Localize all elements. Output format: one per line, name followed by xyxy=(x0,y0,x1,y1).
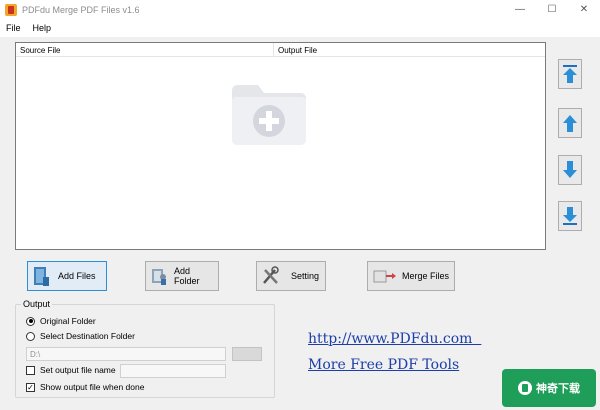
arrow-top-icon xyxy=(563,65,577,83)
original-folder-radio[interactable] xyxy=(26,316,35,326)
close-button[interactable]: ✕ xyxy=(568,0,600,19)
table-header: Source File Output File xyxy=(16,43,545,57)
menu-file[interactable]: File xyxy=(0,23,27,33)
merge-files-label: Merge Files xyxy=(402,271,450,281)
destination-path-input[interactable] xyxy=(26,347,226,361)
title-bar: PDFdu Merge PDF Files v1.6 — ☐ ✕ xyxy=(0,0,600,19)
set-output-name-row[interactable]: Set output file name xyxy=(26,365,116,375)
set-output-name-checkbox[interactable] xyxy=(26,365,35,375)
watermark-text: 神奇下载 xyxy=(536,383,580,395)
arrow-down-icon xyxy=(563,161,577,178)
output-group-title: Output xyxy=(21,299,53,309)
add-files-label: Add Files xyxy=(58,271,96,281)
more-tools-link[interactable]: More Free PDF Tools xyxy=(308,357,459,373)
add-folder-icon xyxy=(228,81,310,149)
destination-folder-label: Select Destination Folder xyxy=(40,331,135,341)
tools-icon xyxy=(261,265,281,287)
add-files-button[interactable]: Add Files xyxy=(27,261,107,291)
set-output-name-label: Set output file name xyxy=(40,365,116,375)
browse-button[interactable] xyxy=(232,347,262,361)
add-folder-button[interactable]: Add Folder xyxy=(145,261,219,291)
destination-folder-radio-row[interactable]: Select Destination Folder xyxy=(26,331,135,341)
destination-folder-radio[interactable] xyxy=(26,331,35,341)
show-output-label: Show output file when done xyxy=(40,382,145,392)
arrow-up-icon xyxy=(563,115,577,132)
watermark-logo-icon xyxy=(518,381,532,395)
setting-label: Setting xyxy=(291,271,320,281)
menu-bar: File Help xyxy=(0,19,600,37)
move-down-button[interactable] xyxy=(558,155,582,185)
move-up-button[interactable] xyxy=(558,108,582,138)
arrow-bottom-icon xyxy=(563,207,577,225)
output-group: Output Original Folder Select Destinatio… xyxy=(15,299,275,398)
minimize-button[interactable]: — xyxy=(504,0,536,19)
merge-files-button[interactable]: Merge Files xyxy=(367,261,455,291)
menu-help[interactable]: Help xyxy=(27,23,58,33)
add-folder-icon-small xyxy=(150,265,170,287)
show-output-checkbox[interactable]: ✓ xyxy=(26,382,35,392)
column-header-source-file[interactable]: Source File xyxy=(16,43,274,56)
move-to-top-button[interactable] xyxy=(558,59,582,89)
add-folder-label: Add Folder xyxy=(174,266,200,286)
window-title: PDFdu Merge PDF Files v1.6 xyxy=(22,4,140,15)
show-output-row[interactable]: ✓ Show output file when done xyxy=(26,382,144,392)
move-to-bottom-button[interactable] xyxy=(558,201,582,231)
app-logo-icon xyxy=(5,3,17,16)
file-list-table[interactable]: Source File Output File xyxy=(15,42,546,250)
original-folder-radio-row[interactable]: Original Folder xyxy=(26,316,96,326)
output-name-input[interactable] xyxy=(120,364,226,378)
maximize-button[interactable]: ☐ xyxy=(536,0,568,19)
column-header-output-file[interactable]: Output File xyxy=(274,43,545,56)
merge-icon xyxy=(372,265,398,287)
watermark-badge: 神奇下载 xyxy=(502,369,596,407)
original-folder-label: Original Folder xyxy=(40,316,96,326)
website-link[interactable]: http://www.PDFdu.com xyxy=(308,331,481,347)
window-controls: — ☐ ✕ xyxy=(504,0,600,19)
add-files-icon xyxy=(32,265,50,287)
setting-button[interactable]: Setting xyxy=(256,261,326,291)
